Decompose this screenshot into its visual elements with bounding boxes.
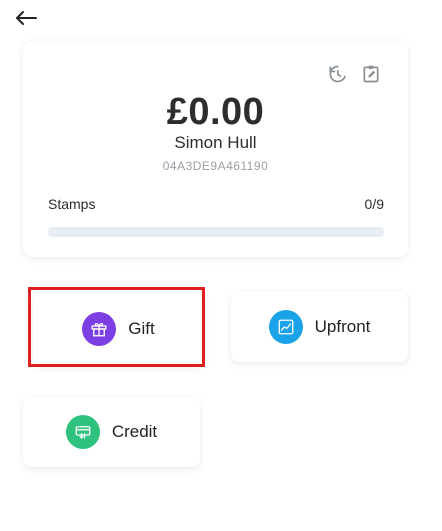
- edit-clipboard-icon: [361, 64, 381, 89]
- credit-card-icon: [65, 415, 100, 449]
- history-button[interactable]: [326, 65, 348, 87]
- credit-label: Credit: [111, 422, 158, 441]
- customer-name: Simon Hull: [174, 133, 257, 152]
- arrow-left-icon: [14, 10, 38, 31]
- upfront-label: Upfront: [314, 317, 371, 336]
- history-icon: [327, 64, 347, 89]
- back-button[interactable]: [12, 8, 40, 32]
- gift-label: Gift: [128, 319, 155, 338]
- stamps-count: 0/9: [364, 196, 384, 212]
- edit-button[interactable]: [360, 65, 382, 87]
- stamps-row: Stamps 0/9: [48, 196, 384, 212]
- chart-up-icon: [268, 310, 303, 344]
- gift-button[interactable]: Gift: [33, 292, 204, 366]
- stamps-progress-bar: [48, 227, 384, 237]
- credit-button[interactable]: Credit: [23, 397, 200, 467]
- balance-card: £0.00 Simon Hull 04A3DE9A461190 Stamps 0…: [23, 41, 408, 257]
- upfront-button[interactable]: Upfront: [231, 292, 408, 362]
- card-actions: [326, 65, 382, 87]
- gift-icon: [82, 312, 117, 346]
- card-id: 04A3DE9A461190: [162, 159, 269, 173]
- balance-amount: £0.00: [166, 91, 265, 133]
- stamps-label: Stamps: [48, 196, 96, 212]
